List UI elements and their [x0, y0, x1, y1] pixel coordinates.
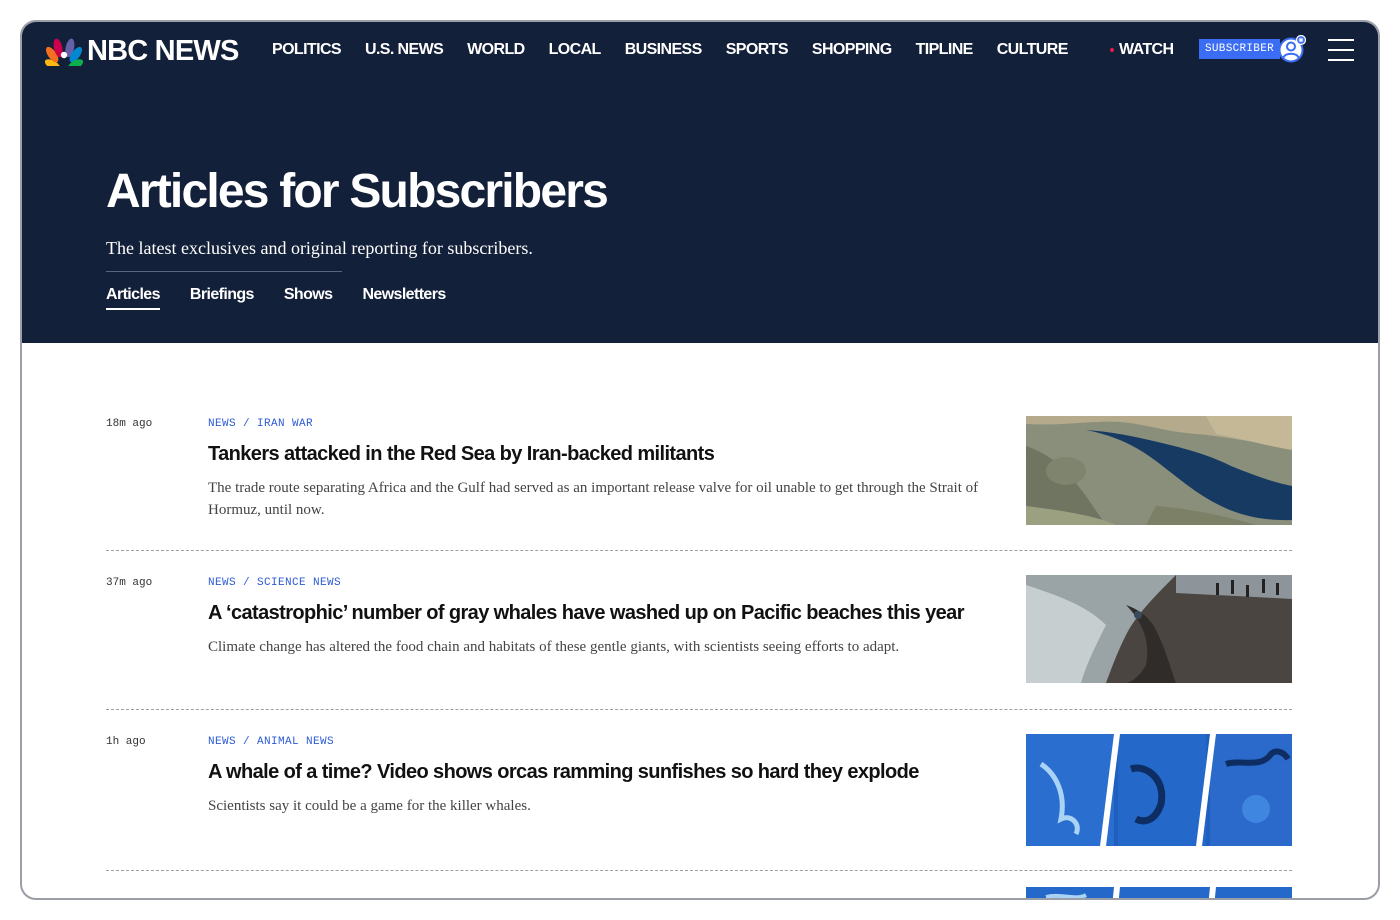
nav-item-sports[interactable]: SPORTS	[726, 41, 789, 59]
beach-whale-image	[1026, 575, 1292, 683]
peacock-logo-icon	[45, 38, 83, 66]
nav-item-us-news[interactable]: U.S. NEWS	[365, 41, 444, 59]
tab-briefings[interactable]: Briefings	[190, 286, 255, 310]
article-timestamp: 18m ago	[106, 418, 153, 430]
nav-item-business[interactable]: BUSINESS	[625, 41, 703, 59]
article-headline[interactable]: A ‘catastrophic’ number of gray whales h…	[208, 602, 998, 625]
menu-line	[1328, 39, 1354, 41]
nav-item-local[interactable]: LOCAL	[549, 41, 602, 59]
article-headline[interactable]: Tankers attacked in the Red Sea by Iran-…	[208, 443, 998, 466]
article-divider	[106, 870, 1292, 871]
article-thumbnail[interactable]	[1026, 575, 1292, 683]
page-subtitle: The latest exclusives and original repor…	[106, 238, 533, 258]
nbc-news-logo[interactable]: NBC NEWS	[45, 34, 239, 68]
nav-item-culture[interactable]: CULTURE	[997, 41, 1069, 59]
article-thumbnail[interactable]	[1026, 887, 1292, 898]
article-dek: Climate change has altered the food chai…	[208, 639, 900, 655]
article-dek: The trade route separating Africa and th…	[208, 480, 979, 518]
article-section-link[interactable]: NEWS / IRAN WAR	[208, 418, 313, 430]
nav-item-tipline[interactable]: TIPLINE	[916, 41, 974, 59]
subscriber-account-button[interactable]: SUBSCRIBER	[1199, 35, 1307, 63]
orca-sunfish-image	[1026, 734, 1292, 846]
article-thumbnail[interactable]	[1026, 734, 1292, 846]
tab-newsletters[interactable]: Newsletters	[362, 286, 446, 310]
tab-shows[interactable]: Shows	[284, 286, 333, 310]
logo-wordmark: NBC NEWS	[87, 34, 239, 67]
nav-item-politics[interactable]: POLITICS	[272, 41, 342, 59]
browser-viewport: NBC NEWS POLITICS U.S. NEWS WORLD LOCAL …	[20, 20, 1380, 900]
top-nav: NBC NEWS POLITICS U.S. NEWS WORLD LOCAL …	[22, 22, 1378, 80]
article-section-link[interactable]: NEWS / ANIMAL NEWS	[208, 736, 334, 748]
hamburger-menu-icon[interactable]	[1328, 39, 1356, 63]
article-section-link[interactable]: NEWS / SCIENCE NEWS	[208, 577, 341, 589]
article-thumbnail[interactable]	[1026, 416, 1292, 525]
menu-line	[1328, 49, 1354, 51]
watch-link[interactable]: WATCH	[1110, 41, 1174, 59]
subscriber-hero: NBC NEWS POLITICS U.S. NEWS WORLD LOCAL …	[22, 22, 1378, 343]
watch-label: WATCH	[1119, 41, 1174, 58]
article-dek: Scientists say it could be a game for th…	[208, 798, 531, 814]
section-tabs: Articles Briefings Shows Newsletters	[106, 286, 476, 310]
subscriber-badge: SUBSCRIBER	[1199, 39, 1281, 59]
page-title: Articles for Subscribers	[106, 165, 609, 218]
primary-nav: POLITICS U.S. NEWS WORLD LOCAL BUSINESS …	[272, 41, 1092, 59]
menu-line	[1328, 59, 1354, 61]
article-divider	[106, 709, 1292, 710]
hero-divider	[106, 271, 342, 272]
article-timestamp: 37m ago	[106, 577, 153, 589]
orca-sunfish-image	[1026, 887, 1292, 898]
article-divider	[106, 550, 1292, 551]
tab-articles[interactable]: Articles	[106, 286, 161, 310]
article-timestamp: 1h ago	[106, 736, 146, 748]
nav-item-shopping[interactable]: SHOPPING	[812, 41, 892, 59]
live-dot-icon	[1110, 48, 1114, 52]
article-headline[interactable]: A whale of a time? Video shows orcas ram…	[208, 761, 998, 784]
user-avatar-icon	[1278, 35, 1307, 63]
nav-item-world[interactable]: WORLD	[467, 41, 525, 59]
satellite-map-image	[1026, 416, 1292, 525]
